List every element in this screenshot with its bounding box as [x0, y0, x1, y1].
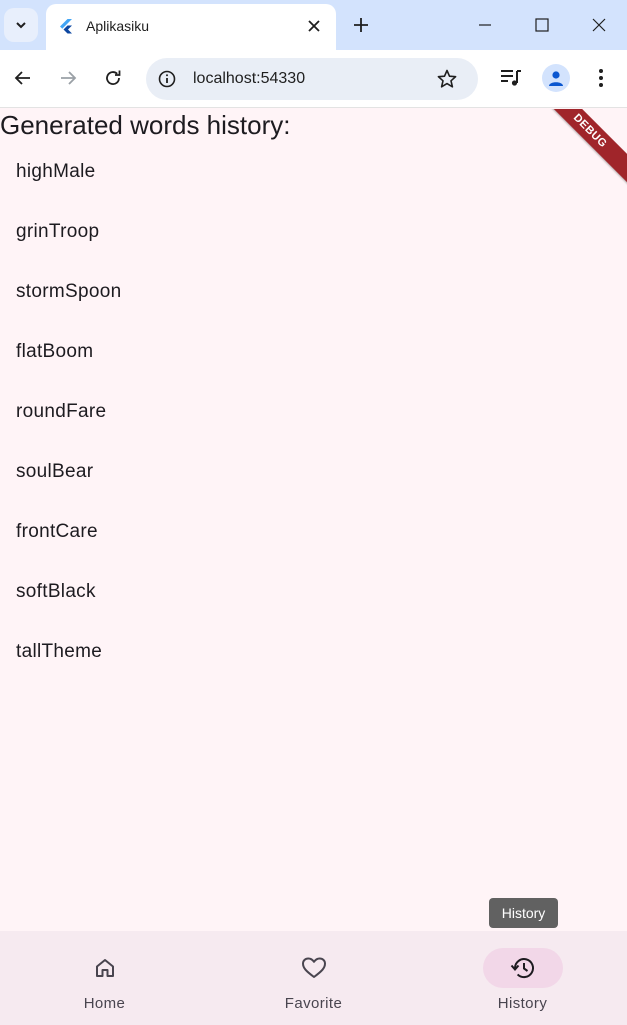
site-info-button[interactable]: [156, 68, 178, 90]
minimize-button[interactable]: [470, 10, 500, 40]
url-text: localhost:54330: [193, 70, 306, 87]
list-item: frontCare: [16, 521, 98, 542]
new-tab-button[interactable]: [348, 12, 374, 38]
nav-label-favorite: Favorite: [284, 995, 343, 1012]
bottom-navigation-bar: Home Favorite History: [0, 931, 627, 1025]
list-item: tallTheme: [16, 641, 103, 662]
nav-item-home[interactable]: Home: [0, 931, 209, 1025]
nav-item-favorite[interactable]: Favorite: [209, 931, 418, 1025]
star-icon: [437, 69, 457, 88]
more-vertical-icon: [599, 69, 603, 87]
history-icon: [482, 948, 563, 988]
maximize-button[interactable]: [527, 10, 557, 40]
window-close-button[interactable]: [584, 10, 614, 40]
flutter-logo-icon: [60, 19, 72, 34]
list-item: softBlack: [16, 581, 96, 602]
list-item: roundFare: [16, 401, 107, 422]
reload-button[interactable]: [98, 63, 128, 93]
forward-button[interactable]: [53, 63, 83, 93]
list-item: grinTroop: [16, 221, 100, 242]
page-title: Generated words history:: [0, 110, 291, 140]
browser-menu-button[interactable]: [586, 63, 616, 93]
arrow-right-icon: [61, 71, 77, 85]
list-item: flatBoom: [16, 341, 94, 362]
chevron-down-icon: [16, 22, 26, 29]
browser-toolbar: localhost:54330: [0, 50, 627, 108]
tab-close-button[interactable]: [304, 16, 324, 36]
back-button[interactable]: [8, 63, 38, 93]
nav-label-history: History: [497, 995, 548, 1012]
nav-item-history[interactable]: History: [418, 931, 627, 1025]
reload-icon: [106, 70, 121, 85]
browser-tab[interactable]: Aplikasiku: [46, 4, 336, 50]
nav-label-home: Home: [83, 995, 126, 1012]
close-icon: [308, 20, 320, 32]
plus-icon: [354, 18, 368, 32]
arrow-left-icon: [14, 71, 30, 85]
list-item: soulBear: [16, 461, 94, 482]
home-icon: [65, 948, 145, 988]
close-icon: [592, 18, 606, 32]
info-icon: [158, 70, 176, 88]
list-item: stormSpoon: [16, 281, 122, 302]
browser-tab-strip: Aplikasiku: [0, 0, 627, 50]
profile-button[interactable]: [542, 64, 570, 92]
tab-search-button[interactable]: [4, 8, 38, 42]
minimize-icon: [479, 24, 491, 26]
list-item: highMale: [16, 161, 96, 182]
history-word-list: highMale grinTroop stormSpoon flatBoom round…: [0, 142, 627, 682]
address-bar[interactable]: localhost:54330: [146, 58, 478, 100]
bookmark-button[interactable]: [435, 67, 459, 91]
media-control-button[interactable]: [496, 63, 526, 93]
app-page: Generated words history: highMale grinTro…: [0, 109, 627, 931]
history-tooltip: History: [489, 898, 558, 928]
playlist-icon: [501, 70, 521, 86]
user-avatar-icon: [549, 71, 563, 86]
tab-title: Aplikasiku: [86, 18, 150, 34]
heart-icon: [274, 948, 354, 988]
maximize-icon: [535, 18, 549, 32]
